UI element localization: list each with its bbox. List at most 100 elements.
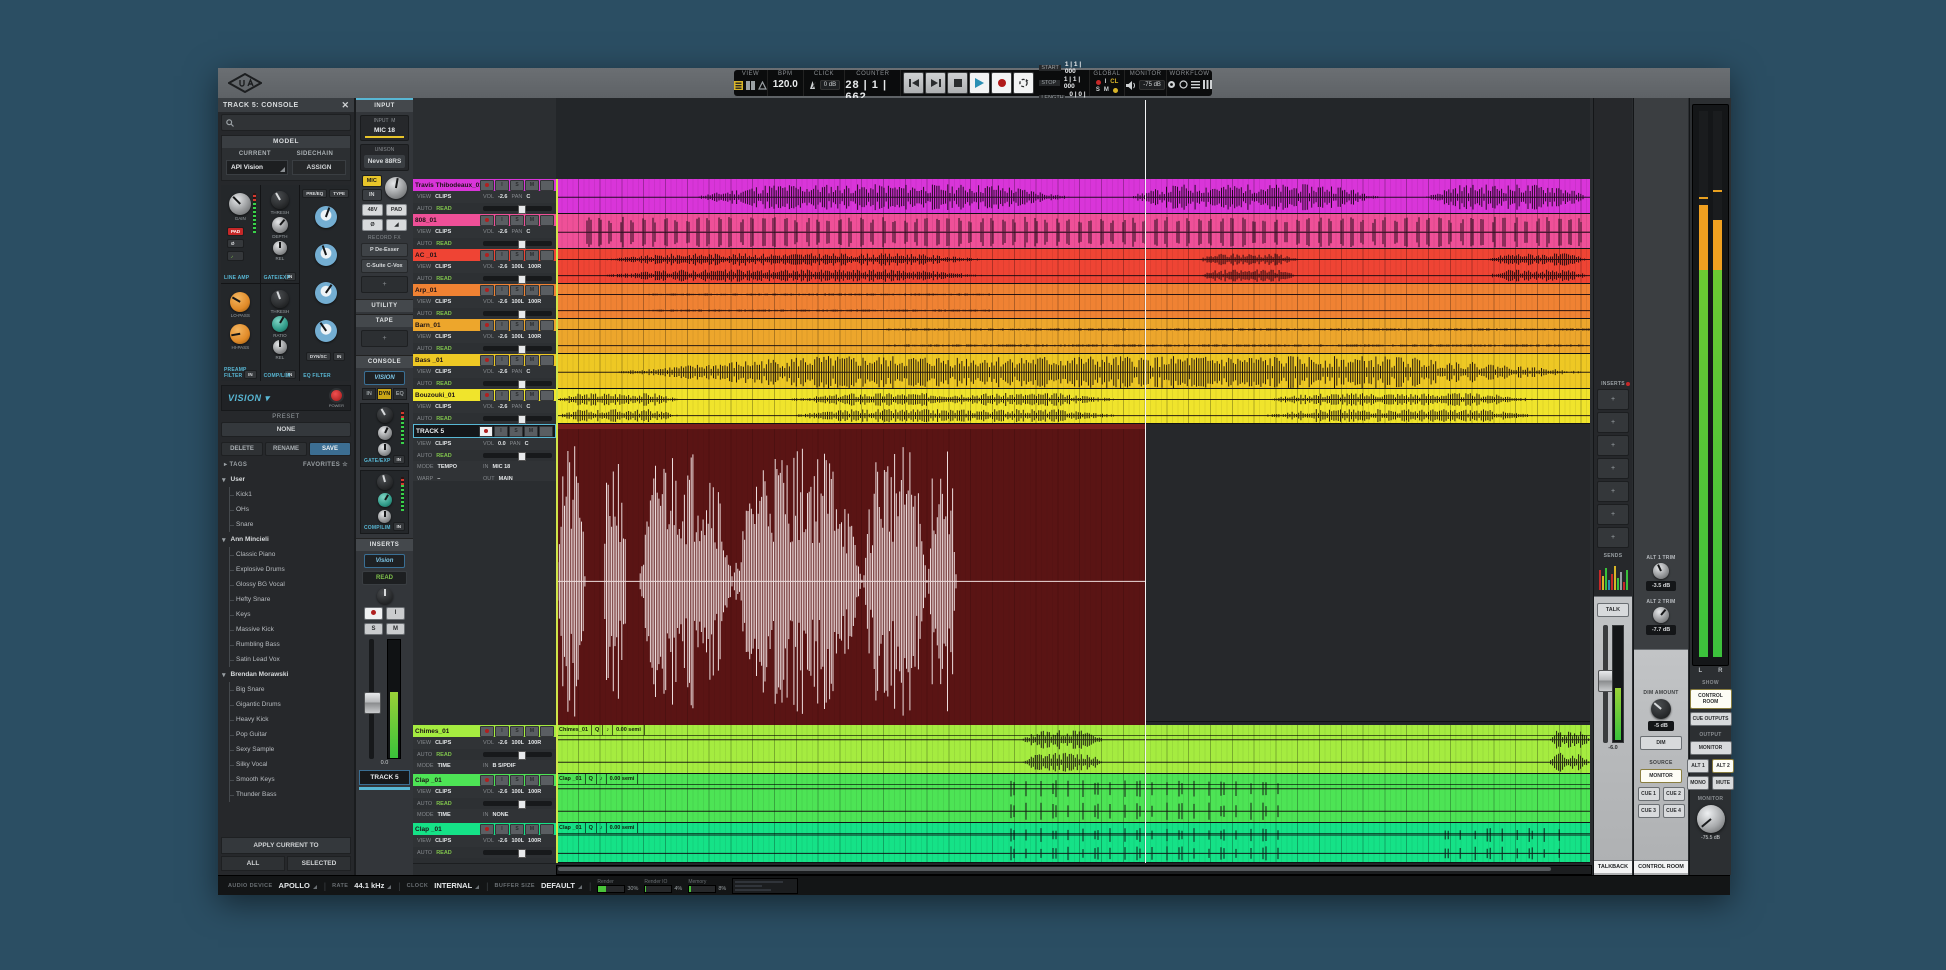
track-name[interactable]: Travis Thibodeaux_01 [415,182,480,189]
show-cue-outputs-button[interactable]: CUE OUTPUTS [1690,712,1732,726]
library-preset-item[interactable]: OHs [222,502,350,517]
track-i-button[interactable]: I [495,390,509,401]
library-preset-item[interactable]: Silky Vocal [222,757,350,772]
track-automation-button[interactable] [540,180,554,191]
track-i-button[interactable]: I [495,824,509,835]
tab-dyn[interactable]: DYN [377,388,391,400]
monitor-insert-slot[interactable]: + [1597,527,1629,548]
pan-slider[interactable] [483,752,552,757]
utility-section-header[interactable]: UTILITY [356,299,413,312]
clip-header[interactable]: Clap _01Q♪0.00 semi [556,774,1590,785]
play-button[interactable] [969,72,990,94]
inserts-section-header[interactable]: INSERTS [356,538,413,551]
track-s-button[interactable]: S [510,775,524,786]
library-preset-item[interactable]: Classic Piano [222,547,350,562]
pan-right[interactable]: C [525,441,529,447]
auto-read-value[interactable]: READ [436,346,452,352]
clip-note-icon[interactable]: ♪ [597,823,607,833]
track-name[interactable]: TRACK 5 [416,428,444,435]
track-i-button[interactable]: I [495,355,509,366]
track-name-row[interactable]: Chimes_01ISM [413,725,556,737]
pan-slider[interactable] [483,801,552,806]
monitor-insert-slot[interactable]: + [1597,504,1629,525]
in-value[interactable]: B S/PDIF [493,763,516,769]
mode-value[interactable]: TIME [438,812,451,818]
cue-3-button[interactable]: CUE 3 [1638,804,1660,818]
track-s-button[interactable]: S [510,726,524,737]
clips-value[interactable]: CLIPS [435,838,451,844]
add-tape-button[interactable]: + [361,330,408,347]
library-group[interactable]: ▾Ann Mincieli [222,532,350,547]
pan-left[interactable]: PAN [512,404,523,410]
pan-left[interactable]: 100L [512,264,525,270]
library-preset-item[interactable]: Gigantic Drums [222,697,350,712]
pan-slider[interactable] [483,850,552,855]
vol-value[interactable]: -2.6 [498,299,507,305]
pan-slider[interactable] [483,346,552,351]
pan-right[interactable]: C [526,229,530,235]
track-m-button[interactable]: M [525,355,539,366]
track-name-row[interactable]: AC _01ISM [413,249,556,261]
menu-icon[interactable] [1191,80,1200,89]
save-button[interactable]: SAVE [309,442,351,456]
mode-value[interactable]: TEMPO [438,464,458,470]
input-value[interactable]: MIC 18 [365,125,404,138]
track-automation-button[interactable] [540,355,554,366]
comp-ratio-knob[interactable] [272,316,288,332]
clips-value[interactable]: CLIPS [435,369,451,375]
buffer-size-value[interactable]: DEFAULT [541,881,583,890]
auto-read-value[interactable]: READ [436,416,452,422]
clip-name[interactable]: Clap _01 [556,823,586,833]
clips-value[interactable]: CLIPS [435,789,451,795]
track-s-button[interactable]: S [510,355,524,366]
track-m-button[interactable]: M [524,426,538,437]
pan-slider-thumb[interactable] [518,849,526,858]
input-gain-knob[interactable] [385,177,407,199]
apply-all-button[interactable]: ALL [221,856,285,871]
track-m-button[interactable]: M [525,215,539,226]
pan-right[interactable]: 100R [528,264,541,270]
library-preset-item[interactable]: Thunder Bass [222,787,350,802]
console-section-header[interactable]: CONSOLE [356,355,413,368]
clip-header[interactable]: Clap _01Q♪0.00 semi [556,823,1590,834]
pan-left[interactable]: PAN [512,229,523,235]
strip-solo-button[interactable]: S [364,623,383,635]
track-s-button[interactable]: S [510,390,524,401]
track-lane[interactable] [556,354,1590,389]
filter-curve-button[interactable]: ◞ [227,251,244,261]
track-i-button[interactable]: I [495,285,509,296]
pad-button[interactable]: PAD [227,227,244,236]
library-preset-item[interactable]: Smooth Keys [222,772,350,787]
track-record-arm-button[interactable] [480,180,494,191]
speaker-icon[interactable] [1126,81,1136,90]
output-monitor-button[interactable]: MONITOR [1690,741,1732,755]
track-m-button[interactable]: M [525,824,539,835]
track-s-button[interactable]: S [509,426,523,437]
clip-transpose[interactable]: 0.00 semi [607,774,639,784]
strip-comp-rel-knob[interactable] [378,510,391,523]
track-m-button[interactable]: M [525,390,539,401]
strip-comp-thresh-knob[interactable] [377,474,393,490]
clip-note-icon[interactable]: ♪ [603,725,613,735]
monitor-insert-slot[interactable]: + [1597,412,1629,433]
clips-value[interactable]: CLIPS [435,441,451,447]
track-lane[interactable] [556,389,1590,424]
monitor-insert-slot[interactable]: + [1597,458,1629,479]
record-fx-slot-2[interactable]: C-Suite C-Vox [361,259,408,273]
pan-right[interactable]: C [526,404,530,410]
console-vision-button[interactable]: VISION [364,371,405,385]
track-header[interactable]: Bouzouki_01ISMVIEWCLIPSVOL-2.6PANCAUTORE… [413,389,556,425]
track-name[interactable]: Barn_01 [415,322,441,329]
track-lane[interactable] [556,179,1590,214]
columns-icon[interactable] [1203,80,1212,89]
strip-gate-depth-knob[interactable] [378,426,392,440]
track-lane[interactable]: Clap _01Q♪0.00 semi [556,774,1590,823]
clips-value[interactable]: CLIPS [435,194,451,200]
clip-header[interactable]: Chimes_01Q♪0.00 semi [556,725,1590,736]
library-group[interactable]: ▾Brendan Morawski [222,667,350,682]
volume-fader[interactable] [369,639,374,759]
track-s-button[interactable]: S [510,320,524,331]
sidechain-assign-button[interactable]: ASSIGN [292,160,346,175]
stop-value[interactable]: 1 | 1 | 000 [1064,76,1086,90]
pan-right[interactable]: 100R [528,334,541,340]
